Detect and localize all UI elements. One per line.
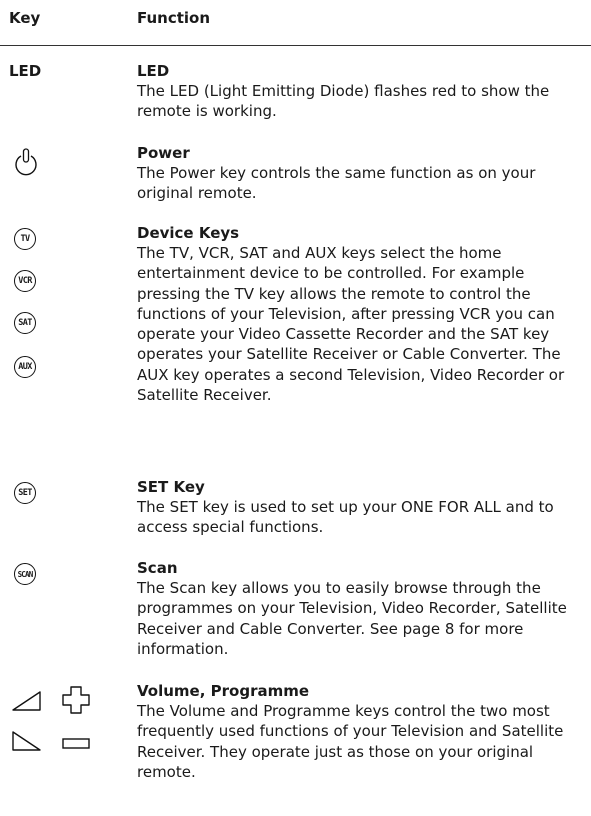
- function-title: Scan: [137, 559, 178, 577]
- function-description: The LED (Light Emitting Diode) flashes r…: [137, 82, 550, 121]
- programme-down-icon: [62, 738, 90, 749]
- volume-up-icon: [12, 691, 41, 711]
- function-title: Device Keys: [137, 224, 240, 242]
- function-cell: Power The Power key controls the same fu…: [137, 144, 577, 204]
- function-cell: SET Key The SET key is used to set up yo…: [137, 478, 577, 538]
- sat-key-icon: SAT: [14, 312, 36, 334]
- function-cell: Scan The Scan key allows you to easily b…: [137, 559, 577, 659]
- function-title: Volume, Programme: [137, 682, 310, 700]
- function-description: The TV, VCR, SAT and AUX keys select the…: [137, 244, 565, 405]
- key-column-header: Key: [9, 9, 41, 27]
- function-cell: Device Keys The TV, VCR, SAT and AUX key…: [137, 224, 577, 405]
- volume-down-icon: [12, 731, 41, 751]
- aux-key-icon: AUX: [14, 356, 36, 378]
- tv-key-icon: TV: [14, 228, 36, 250]
- function-title: SET Key: [137, 478, 205, 496]
- function-description: The Power key controls the same function…: [137, 164, 536, 203]
- function-column-header: Function: [137, 9, 211, 27]
- vcr-key-icon: VCR: [14, 270, 36, 292]
- function-cell: Volume, Programme The Volume and Program…: [137, 682, 577, 782]
- function-description: The Volume and Programme keys control th…: [137, 702, 564, 781]
- table-header: Key Function: [0, 0, 591, 46]
- header-divider: [0, 45, 591, 46]
- set-key-icon: SET: [14, 482, 36, 504]
- led-key-label: LED: [9, 62, 42, 80]
- function-title: Power: [137, 144, 190, 162]
- function-description: The SET key is used to set up your ONE F…: [137, 498, 554, 537]
- function-description: The Scan key allows you to easily browse…: [137, 579, 567, 658]
- programme-up-icon: [62, 686, 90, 714]
- function-title: LED: [137, 62, 170, 80]
- function-cell: LED The LED (Light Emitting Diode) flash…: [137, 62, 577, 122]
- power-icon: [15, 148, 37, 176]
- scan-key-icon: SCAN: [14, 563, 36, 585]
